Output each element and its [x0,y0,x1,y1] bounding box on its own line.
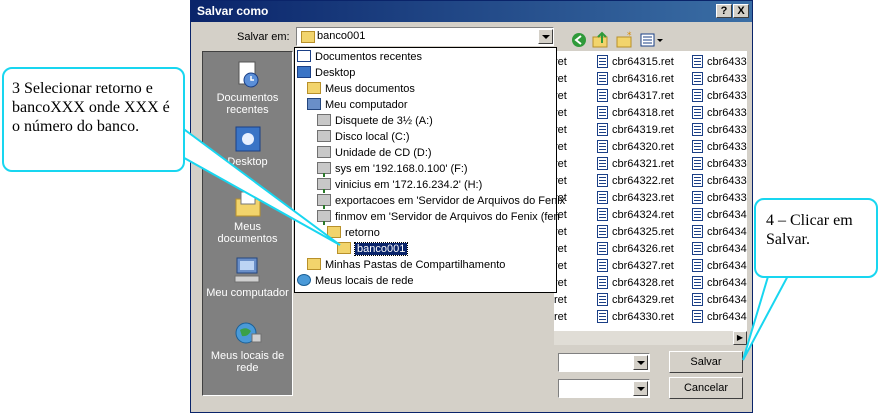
step4-text: 4 – Clicar em Salvar. [766,212,853,248]
step3-callout: 3 Selecionar retorno e bancoXXX onde XXX… [2,67,185,172]
step4-callout-pointer [742,268,792,361]
step4-callout: 4 – Clicar em Salvar. [754,198,878,278]
callout-arrows [168,128,792,361]
step3-callout-pointer [168,128,341,246]
step3-text: 3 Selecionar retorno e bancoXXX onde XXX… [12,80,170,135]
